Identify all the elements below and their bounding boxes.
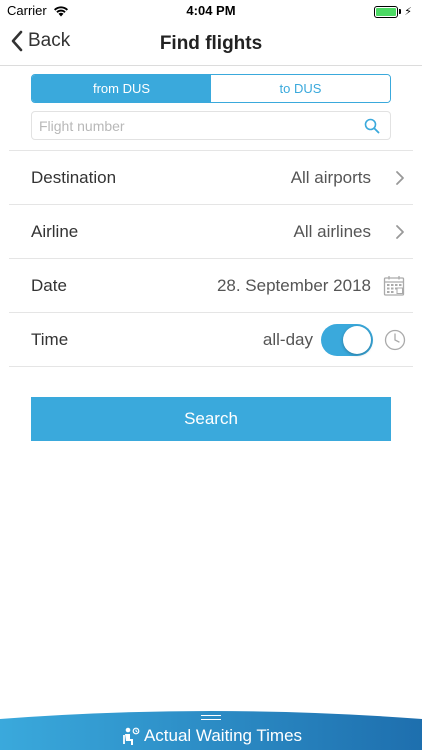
time-row: Time all-day (9, 313, 413, 367)
clock-icon[interactable] (384, 329, 406, 351)
waiting-times-label: Actual Waiting Times (143, 726, 303, 745)
flight-number-input[interactable] (39, 117, 349, 134)
date-label: Date (31, 275, 67, 295)
date-row[interactable]: Date 28. September 2018 (9, 259, 413, 313)
search-button[interactable]: Search (31, 397, 391, 441)
flight-number-field (31, 111, 391, 140)
waiting-times-bar[interactable]: Actual Waiting Times (0, 707, 422, 750)
destination-label: Destination (31, 167, 117, 187)
segment-from-dus[interactable]: from DUS (32, 75, 211, 102)
time-value: all-day (262, 329, 313, 349)
destination-row[interactable]: Destination All airports (9, 151, 413, 205)
drag-handle-icon[interactable] (201, 715, 221, 720)
destination-value: All airports (290, 167, 371, 187)
date-value: 28. September 2018 (216, 275, 371, 295)
direction-segmented-control: from DUS to DUS (31, 74, 391, 103)
waiting-times-button[interactable]: Actual Waiting Times (0, 726, 422, 746)
calendar-icon[interactable] (383, 275, 405, 297)
time-label: Time (31, 329, 69, 349)
search-icon[interactable] (364, 118, 380, 134)
chevron-right-icon (396, 171, 404, 185)
toggle-knob (343, 326, 371, 354)
segment-to-dus[interactable]: to DUS (211, 75, 390, 102)
page-title: Find flights (159, 33, 263, 54)
filter-list: Destination All airports Airline All air… (9, 150, 413, 367)
airline-label: Airline (31, 221, 79, 241)
waiting-person-icon (123, 727, 140, 745)
battery-icon: ⚡ (374, 5, 412, 18)
status-bar: Carrier 4:04 PM ⚡ (0, 0, 422, 22)
airline-row[interactable]: Airline All airlines (9, 205, 413, 259)
status-time: 4:04 PM (186, 3, 236, 18)
navigation-bar: Back Find flights (0, 22, 422, 66)
airline-value: All airlines (293, 221, 371, 241)
charging-bolt-icon: ⚡ (404, 6, 412, 18)
all-day-toggle[interactable] (321, 324, 373, 356)
chevron-right-icon (396, 225, 404, 239)
